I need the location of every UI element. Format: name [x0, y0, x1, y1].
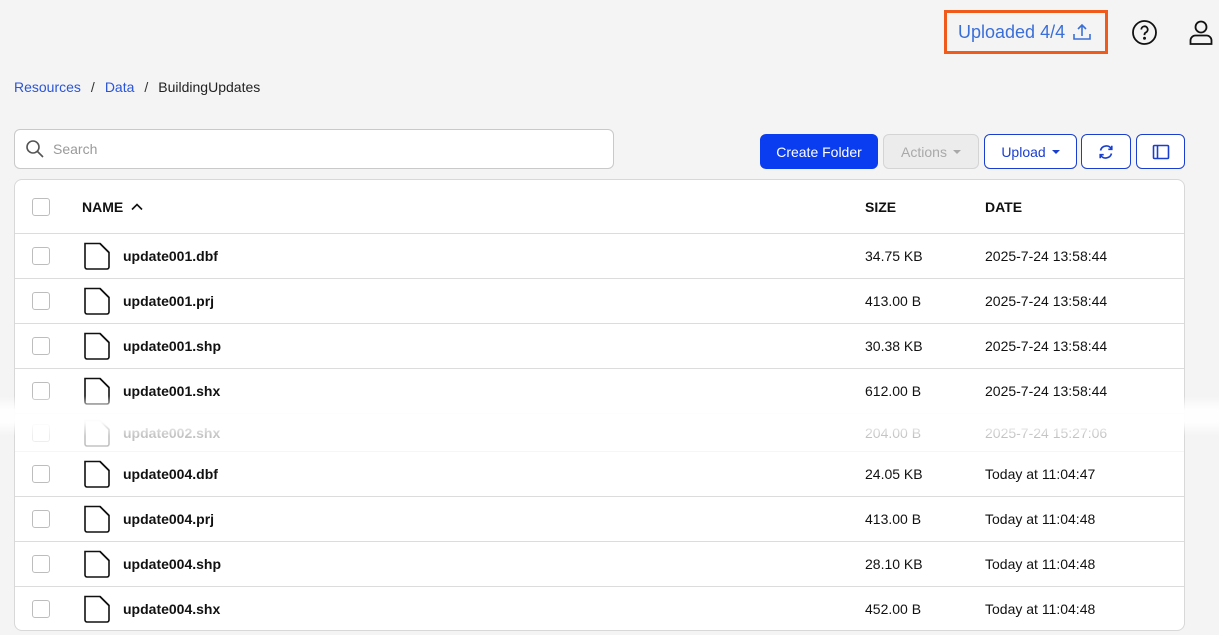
file-date: 2025-7-24 13:58:44 — [985, 383, 1108, 399]
upload-icon — [1071, 21, 1093, 43]
file-icon — [82, 459, 112, 489]
file-name-cell[interactable]: update001.dbf — [66, 241, 865, 271]
table-header: NAME SIZE DATE — [15, 180, 1184, 234]
table-row[interactable]: update002.shx 204.00 B 2025-7-24 15:27:06 — [15, 414, 1184, 452]
name-column-label: NAME — [82, 198, 124, 215]
breadcrumb-current: BuildingUpdates — [158, 79, 261, 95]
file-icon — [82, 549, 112, 579]
file-icon — [82, 504, 112, 534]
file-name[interactable]: update001.prj — [123, 293, 214, 309]
file-table: NAME SIZE DATE update001.dbf 34.75 KB 2025… — [14, 179, 1185, 631]
row-checkbox[interactable] — [32, 292, 50, 310]
file-name-cell[interactable]: update004.prj — [66, 504, 865, 534]
search-box[interactable] — [14, 129, 614, 169]
breadcrumb-separator: / — [90, 79, 95, 95]
file-name-cell[interactable]: update004.dbf — [66, 459, 865, 489]
file-date: 2025-7-24 13:58:44 — [985, 293, 1108, 309]
table-row[interactable]: update001.shx 612.00 B 2025-7-24 13:58:44 — [15, 369, 1184, 414]
file-name[interactable]: update004.shp — [123, 556, 221, 572]
search-icon — [25, 139, 45, 159]
row-checkbox[interactable] — [32, 465, 50, 483]
chevron-down-icon — [1051, 149, 1060, 154]
create-folder-label: Create Folder — [776, 143, 862, 160]
breadcrumb-separator: / — [144, 79, 149, 95]
file-size: 24.05 KB — [865, 466, 923, 482]
file-name-cell[interactable]: update004.shp — [66, 549, 865, 579]
table-row[interactable]: update001.prj 413.00 B 2025-7-24 13:58:44 — [15, 279, 1184, 324]
file-size: 413.00 B — [865, 511, 922, 527]
row-checkbox[interactable] — [32, 382, 50, 400]
name-column-header[interactable]: NAME — [66, 199, 865, 215]
file-name[interactable]: update001.dbf — [123, 248, 218, 264]
file-date: Today at 11:04:48 — [985, 556, 1096, 572]
file-icon — [82, 418, 112, 448]
row-checkbox[interactable] — [32, 423, 50, 442]
table-row[interactable]: update004.prj 413.00 B Today at 11:04:48 — [15, 497, 1184, 542]
file-size: 413.00 B — [865, 293, 922, 309]
breadcrumb-data[interactable]: Data — [105, 79, 135, 95]
table-row[interactable]: update001.shp 30.38 KB 2025-7-24 13:58:44 — [15, 324, 1184, 369]
file-size: 28.10 KB — [865, 556, 923, 572]
file-name[interactable]: update001.shx — [123, 383, 220, 399]
upload-status-label: Uploaded 4/4 — [958, 21, 1066, 42]
file-icon — [82, 331, 112, 361]
table-row[interactable]: update004.shp 28.10 KB Today at 11:04:48 — [15, 542, 1184, 587]
user-icon[interactable] — [1187, 18, 1215, 46]
row-checkbox[interactable] — [32, 337, 50, 355]
chevron-down-icon — [952, 149, 961, 154]
file-icon — [82, 286, 112, 316]
breadcrumb: Resources / Data / BuildingUpdates — [14, 79, 260, 95]
date-column-header[interactable]: DATE — [985, 199, 1184, 215]
file-date: 2025-7-24 15:27:06 — [985, 424, 1108, 441]
actions-button[interactable]: Actions — [883, 134, 979, 169]
row-checkbox[interactable] — [32, 510, 50, 528]
breadcrumb-resources[interactable]: Resources — [14, 79, 81, 95]
file-size: 30.38 KB — [865, 338, 923, 354]
select-all-checkbox[interactable] — [32, 197, 50, 216]
file-name-cell[interactable]: update004.shx — [66, 594, 865, 624]
size-column-header[interactable]: SIZE — [865, 199, 985, 215]
row-checkbox[interactable] — [32, 247, 50, 265]
file-date: 2025-7-24 13:58:44 — [985, 248, 1108, 264]
row-checkbox[interactable] — [32, 555, 50, 573]
help-icon[interactable] — [1131, 19, 1158, 46]
sort-ascending-icon — [130, 200, 144, 214]
file-size: 34.75 KB — [865, 248, 923, 264]
actions-label: Actions — [901, 143, 947, 160]
panel-icon — [1152, 143, 1170, 161]
table-row[interactable]: update001.dbf 34.75 KB 2025-7-24 13:58:44 — [15, 234, 1184, 279]
file-name[interactable]: update004.dbf — [123, 466, 218, 482]
file-date: Today at 11:04:48 — [985, 601, 1096, 617]
file-date: 2025-7-24 13:58:44 — [985, 338, 1108, 354]
file-icon — [82, 594, 112, 624]
refresh-icon — [1097, 143, 1115, 161]
file-icon — [82, 241, 112, 271]
file-date: Today at 11:04:48 — [985, 511, 1096, 527]
table-row[interactable]: update004.shx 452.00 B Today at 11:04:48 — [15, 587, 1184, 630]
file-date: Today at 11:04:47 — [985, 466, 1096, 482]
search-input[interactable] — [53, 141, 613, 157]
file-name[interactable]: update001.shp — [123, 338, 221, 354]
file-name-cell[interactable]: update002.shx — [66, 418, 865, 448]
file-name[interactable]: update002.shx — [123, 425, 220, 441]
table-row[interactable]: update004.dbf 24.05 KB Today at 11:04:47 — [15, 452, 1184, 497]
refresh-button[interactable] — [1081, 134, 1131, 169]
upload-label: Upload — [1001, 143, 1046, 160]
file-size: 204.00 B — [865, 424, 922, 441]
file-name-cell[interactable]: update001.shp — [66, 331, 865, 361]
file-name[interactable]: update004.shx — [123, 601, 220, 617]
upload-button[interactable]: Upload — [984, 134, 1077, 169]
file-size: 612.00 B — [865, 383, 922, 399]
panel-toggle-button[interactable] — [1136, 134, 1185, 169]
create-folder-button[interactable]: Create Folder — [760, 134, 878, 169]
file-name[interactable]: update004.prj — [123, 511, 214, 527]
file-name-cell[interactable]: update001.shx — [66, 376, 865, 406]
file-size: 452.00 B — [865, 601, 922, 617]
file-name-cell[interactable]: update001.prj — [66, 286, 865, 316]
row-checkbox[interactable] — [32, 600, 50, 618]
file-icon — [82, 376, 112, 406]
upload-status-button[interactable]: Uploaded 4/4 — [944, 10, 1108, 54]
